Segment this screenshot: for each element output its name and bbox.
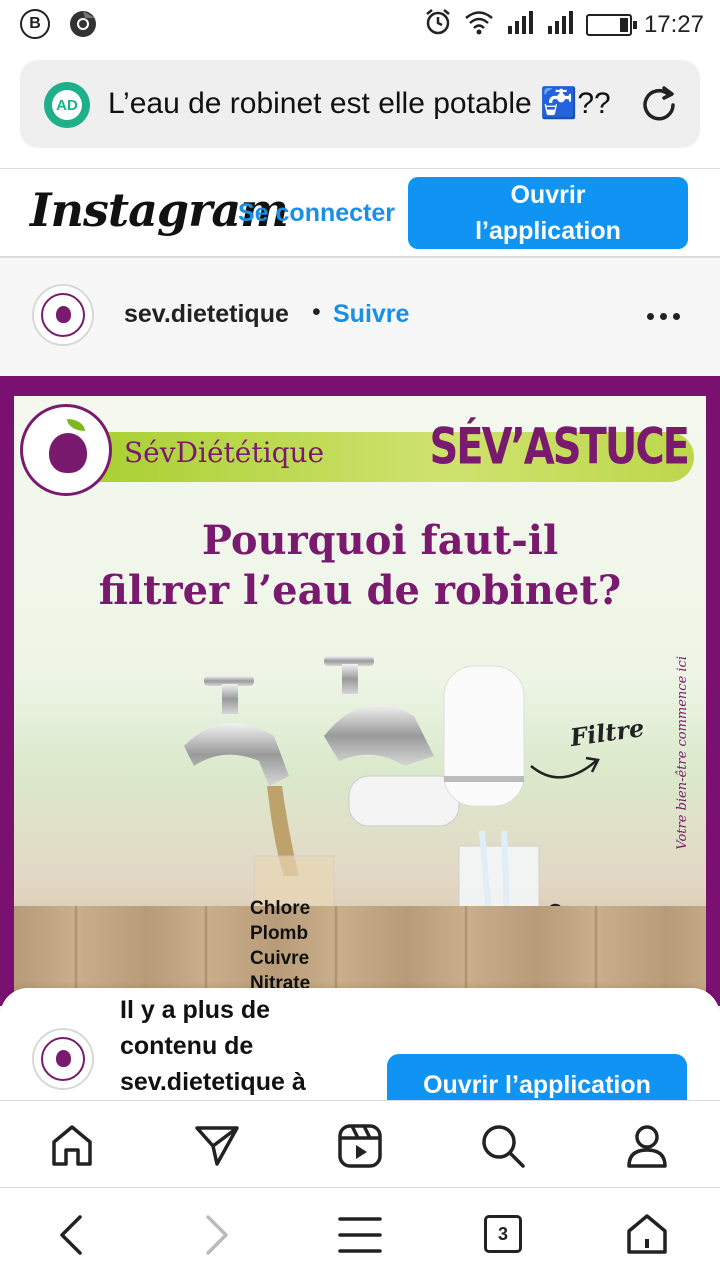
post-image[interactable]: SévDiététique SÉV’ASTUCE Pourquoi faut-i…	[0, 376, 720, 1006]
wifi-icon	[464, 9, 494, 40]
profile-icon[interactable]	[622, 1121, 672, 1171]
browser-bottom-bar: 3	[0, 1189, 720, 1280]
back-arrow-icon[interactable]	[52, 1213, 92, 1262]
more-horizontal-icon[interactable]	[647, 313, 680, 320]
avatar[interactable]	[32, 284, 94, 346]
sheet-open-app-button[interactable]: Ouvrir l’application	[387, 1054, 687, 1100]
status-left-icons: B	[20, 9, 98, 44]
b-notification-icon: B	[20, 9, 50, 39]
astuce-badge: SÉV’ASTUCE	[429, 418, 690, 476]
post-image-content: SévDiététique SÉV’ASTUCE Pourquoi faut-i…	[14, 396, 706, 1006]
image-headline: Pourquoi faut-il filtrer l’eau de robine…	[14, 516, 706, 616]
browser-home-icon[interactable]	[624, 1211, 670, 1262]
contaminant-item: Cuivre	[250, 948, 310, 969]
tab-count: 3	[484, 1215, 522, 1253]
brand-logo	[20, 404, 112, 496]
status-time: 17:27	[643, 10, 704, 38]
status-bar: B 17:27	[0, 0, 720, 50]
tabs-button[interactable]: 3	[484, 1215, 522, 1253]
battery-icon	[585, 13, 637, 36]
direct-message-icon[interactable]	[192, 1121, 242, 1171]
signal-icon-1	[506, 10, 534, 39]
home-icon[interactable]	[47, 1121, 97, 1171]
open-app-button[interactable]: Ouvrir l’application	[408, 177, 688, 249]
chrome-icon	[68, 9, 98, 44]
post-header: sev.dietetique • Suivre	[0, 258, 720, 376]
contaminant-item: Chlore	[250, 898, 311, 919]
side-caption: Votre bien-être commence ici	[675, 656, 690, 850]
adblock-badge-label: AD	[52, 90, 82, 120]
reels-icon[interactable]	[335, 1121, 385, 1171]
instagram-bottom-nav	[0, 1100, 720, 1188]
menu-icon[interactable]	[338, 1215, 382, 1260]
follow-button[interactable]: Suivre	[333, 300, 409, 329]
page-title[interactable]: L’eau de robinet est elle potable 🚰??	[108, 86, 638, 121]
contaminant-item: Plomb	[250, 923, 309, 944]
headline-line-1: Pourquoi faut-il	[201, 517, 559, 564]
contaminants-list: Chlore Plomb Cuivre Nitrate	[250, 896, 310, 996]
adblock-shield-icon[interactable]: AD	[44, 82, 90, 128]
alarm-icon	[424, 8, 452, 41]
more-content-sheet: Il y a plus de contenu de sev.dietetique…	[0, 988, 720, 1100]
instagram-header: Instagram Se connecter Ouvrir l’applicat…	[0, 168, 720, 258]
arrow-icon	[530, 756, 600, 779]
b-notification-letter: B	[29, 15, 41, 32]
separator-dot: •	[312, 298, 321, 326]
url-bar[interactable]: AD L’eau de robinet est elle potable 🚰??	[20, 60, 700, 148]
login-link[interactable]: Se connecter	[238, 199, 395, 228]
headline-line-2: filtrer l’eau de robinet?	[98, 567, 622, 614]
forward-arrow-icon[interactable]	[196, 1213, 236, 1262]
search-icon[interactable]	[478, 1121, 528, 1171]
sheet-avatar	[32, 1028, 94, 1090]
status-right-icons: 17:27	[424, 8, 704, 41]
signal-icon-2	[546, 10, 574, 39]
sheet-message: Il y a plus de contenu de sev.dietetique…	[120, 996, 306, 1096]
brand-name: SévDiététique	[124, 436, 325, 469]
reload-icon[interactable]	[638, 84, 680, 131]
post-username[interactable]: sev.dietetique	[124, 300, 289, 329]
